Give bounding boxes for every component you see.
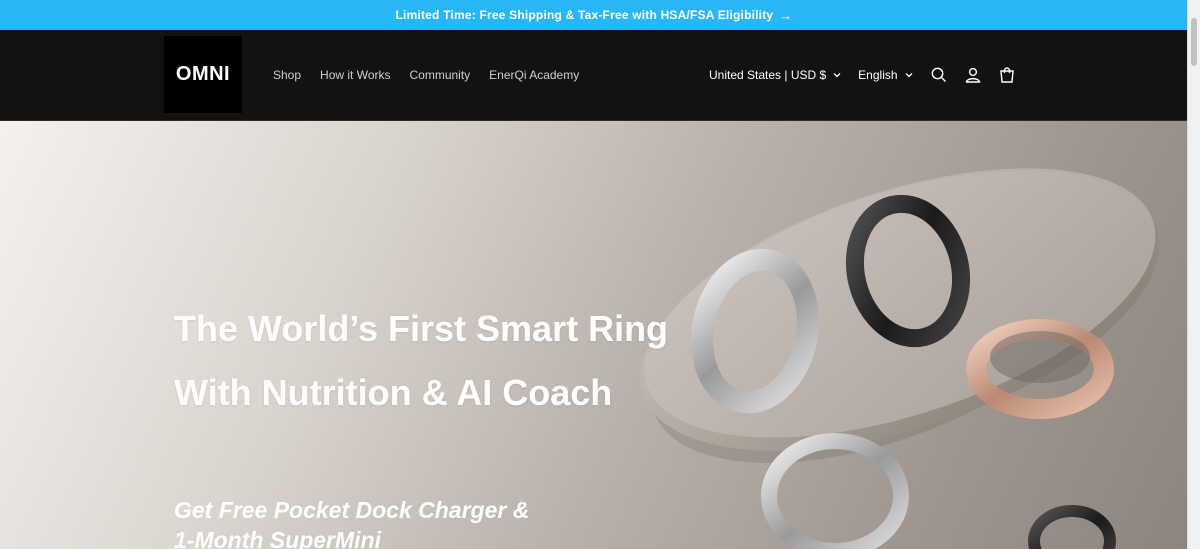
hero-sub-line-1: Get Free Pocket Dock Charger & (174, 497, 530, 523)
hero-headline-line-1: The World’s First Smart Ring (174, 308, 669, 349)
hero-headline-line-2: With Nutrition & AI Coach (174, 372, 613, 413)
language-selector[interactable]: English (858, 68, 913, 82)
nav-community[interactable]: Community (409, 68, 470, 82)
nav-shop[interactable]: Shop (273, 68, 301, 82)
arrow-right-icon: → (779, 7, 793, 23)
chevron-down-icon (905, 73, 912, 78)
language-label: English (858, 68, 898, 82)
nav-how-it-works[interactable]: How it Works (320, 68, 390, 82)
hero-subheadline: Get Free Pocket Dock Charger & 1-Month S… (174, 495, 529, 549)
cart-icon[interactable] (998, 66, 1016, 84)
logo[interactable]: OMNI (164, 36, 242, 113)
region-label: United States | USD $ (709, 68, 827, 82)
announcement-text[interactable]: Limited Time: Free Shipping & Tax-Free w… (396, 8, 774, 22)
scrollbar[interactable] (1187, 0, 1200, 549)
nav-enerqi-academy[interactable]: EnerQi Academy (489, 68, 579, 82)
search-icon[interactable] (930, 66, 948, 84)
region-selector[interactable]: United States | USD $ (709, 68, 842, 82)
announcement-bar[interactable]: Limited Time: Free Shipping & Tax-Free w… (0, 0, 1188, 30)
main-nav: Shop How it Works Community EnerQi Acade… (273, 30, 598, 120)
hero-banner: The World’s First Smart Ring With Nutrit… (0, 121, 1188, 549)
site-header: OMNI Shop How it Works Community EnerQi … (0, 30, 1188, 121)
hero-headline: The World’s First Smart Ring With Nutrit… (174, 297, 734, 425)
account-icon[interactable] (964, 66, 982, 84)
header-tools: United States | USD $ English (709, 30, 1032, 120)
chevron-down-icon (833, 73, 841, 78)
hero-sub-line-2: 1-Month SuperMini (174, 527, 381, 549)
scrollbar-thumb[interactable] (1191, 18, 1197, 66)
